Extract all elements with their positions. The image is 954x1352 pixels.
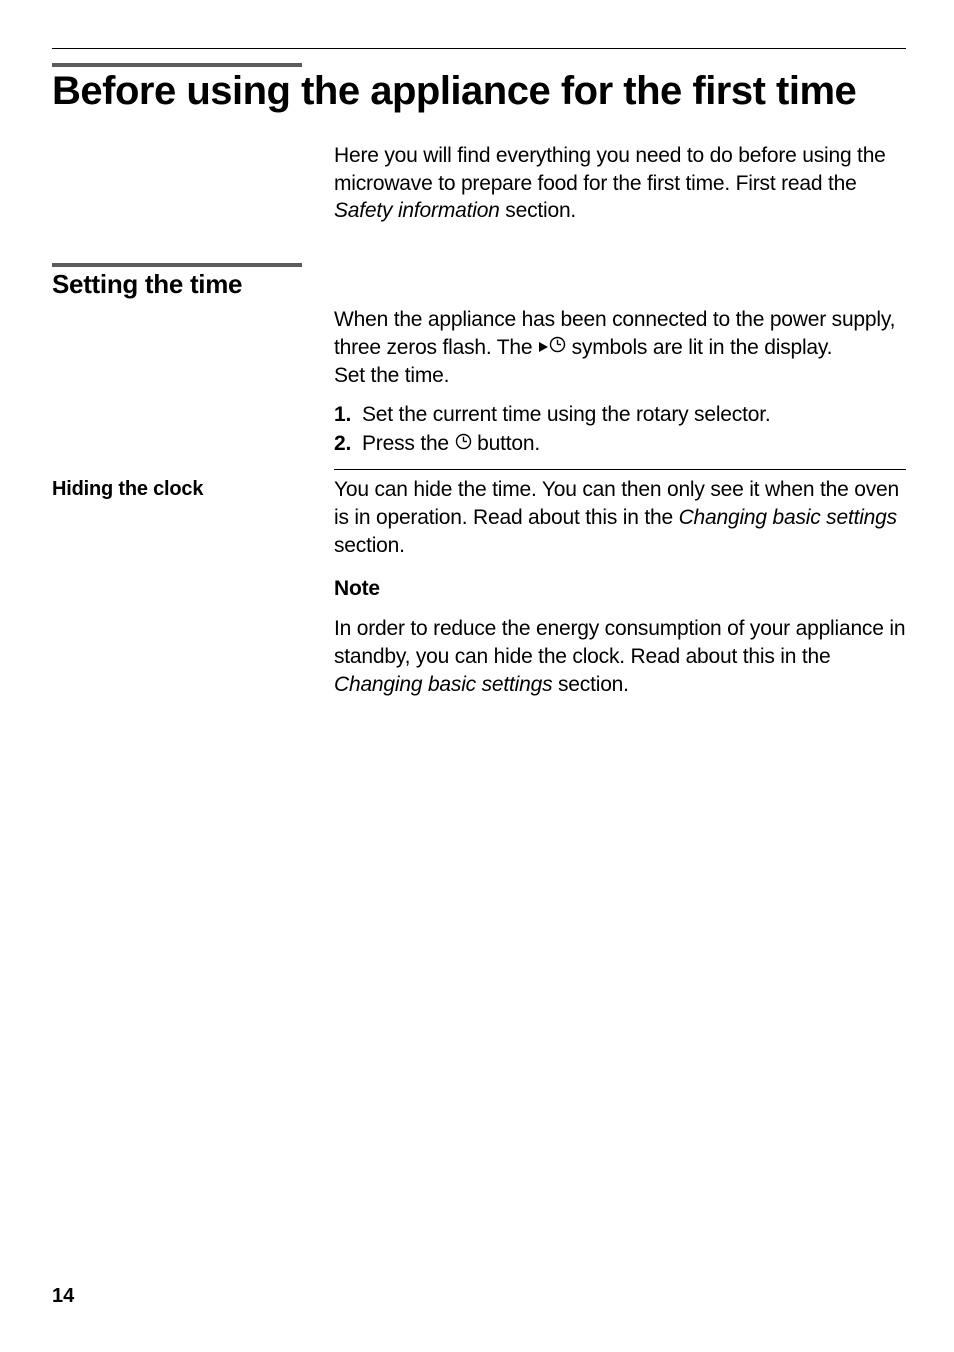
steps-bottom-rule <box>334 469 906 476</box>
triangle-right-icon <box>538 333 549 361</box>
step-text-2a: Press the <box>362 432 455 455</box>
intro-text-a: Here you will find everything you need t… <box>334 144 886 195</box>
content-columns: Setting the time When the appliance has … <box>52 263 906 698</box>
hiding-clock-label: Hiding the clock <box>52 476 334 698</box>
s1-p1b: symbols are lit in the display. <box>566 336 832 359</box>
note-b: Changing basic settings <box>334 673 552 696</box>
s1-p2: Set the time. <box>334 362 906 390</box>
step-num-2: 2. <box>334 429 356 458</box>
left-empty <box>52 306 334 476</box>
step-text-1: Set the current time using the rotary se… <box>362 400 770 429</box>
clock-icon <box>455 429 472 458</box>
section-bar <box>52 63 302 67</box>
intro-paragraph: Here you will find everything you need t… <box>334 142 906 225</box>
section2-body: You can hide the time. You can then only… <box>334 476 906 698</box>
page-title: Before using the appliance for the first… <box>52 69 906 114</box>
step-text-2b: button. <box>472 432 540 455</box>
section-bar-2 <box>52 263 302 267</box>
note-heading: Note <box>334 575 906 603</box>
s2-p1c: section. <box>334 534 405 557</box>
section-heading: Setting the time <box>52 269 906 300</box>
steps-list: 1. Set the current time using the rotary… <box>334 400 906 460</box>
top-rule <box>52 48 906 49</box>
step-num-1: 1. <box>334 400 356 429</box>
s2-p1b: Changing basic settings <box>679 506 897 529</box>
page-number: 14 <box>52 1285 74 1308</box>
intro-text-italic: Safety information <box>334 199 500 222</box>
list-item: 2. Press the button. <box>334 429 906 459</box>
note-c: section. <box>552 673 628 696</box>
list-item: 1. Set the current time using the rotary… <box>334 400 906 429</box>
intro-text-c: section. <box>500 199 576 222</box>
note-a: In order to reduce the energy consumptio… <box>334 617 905 668</box>
clock-icon <box>549 333 566 361</box>
section1-body: When the appliance has been connected to… <box>334 306 906 476</box>
